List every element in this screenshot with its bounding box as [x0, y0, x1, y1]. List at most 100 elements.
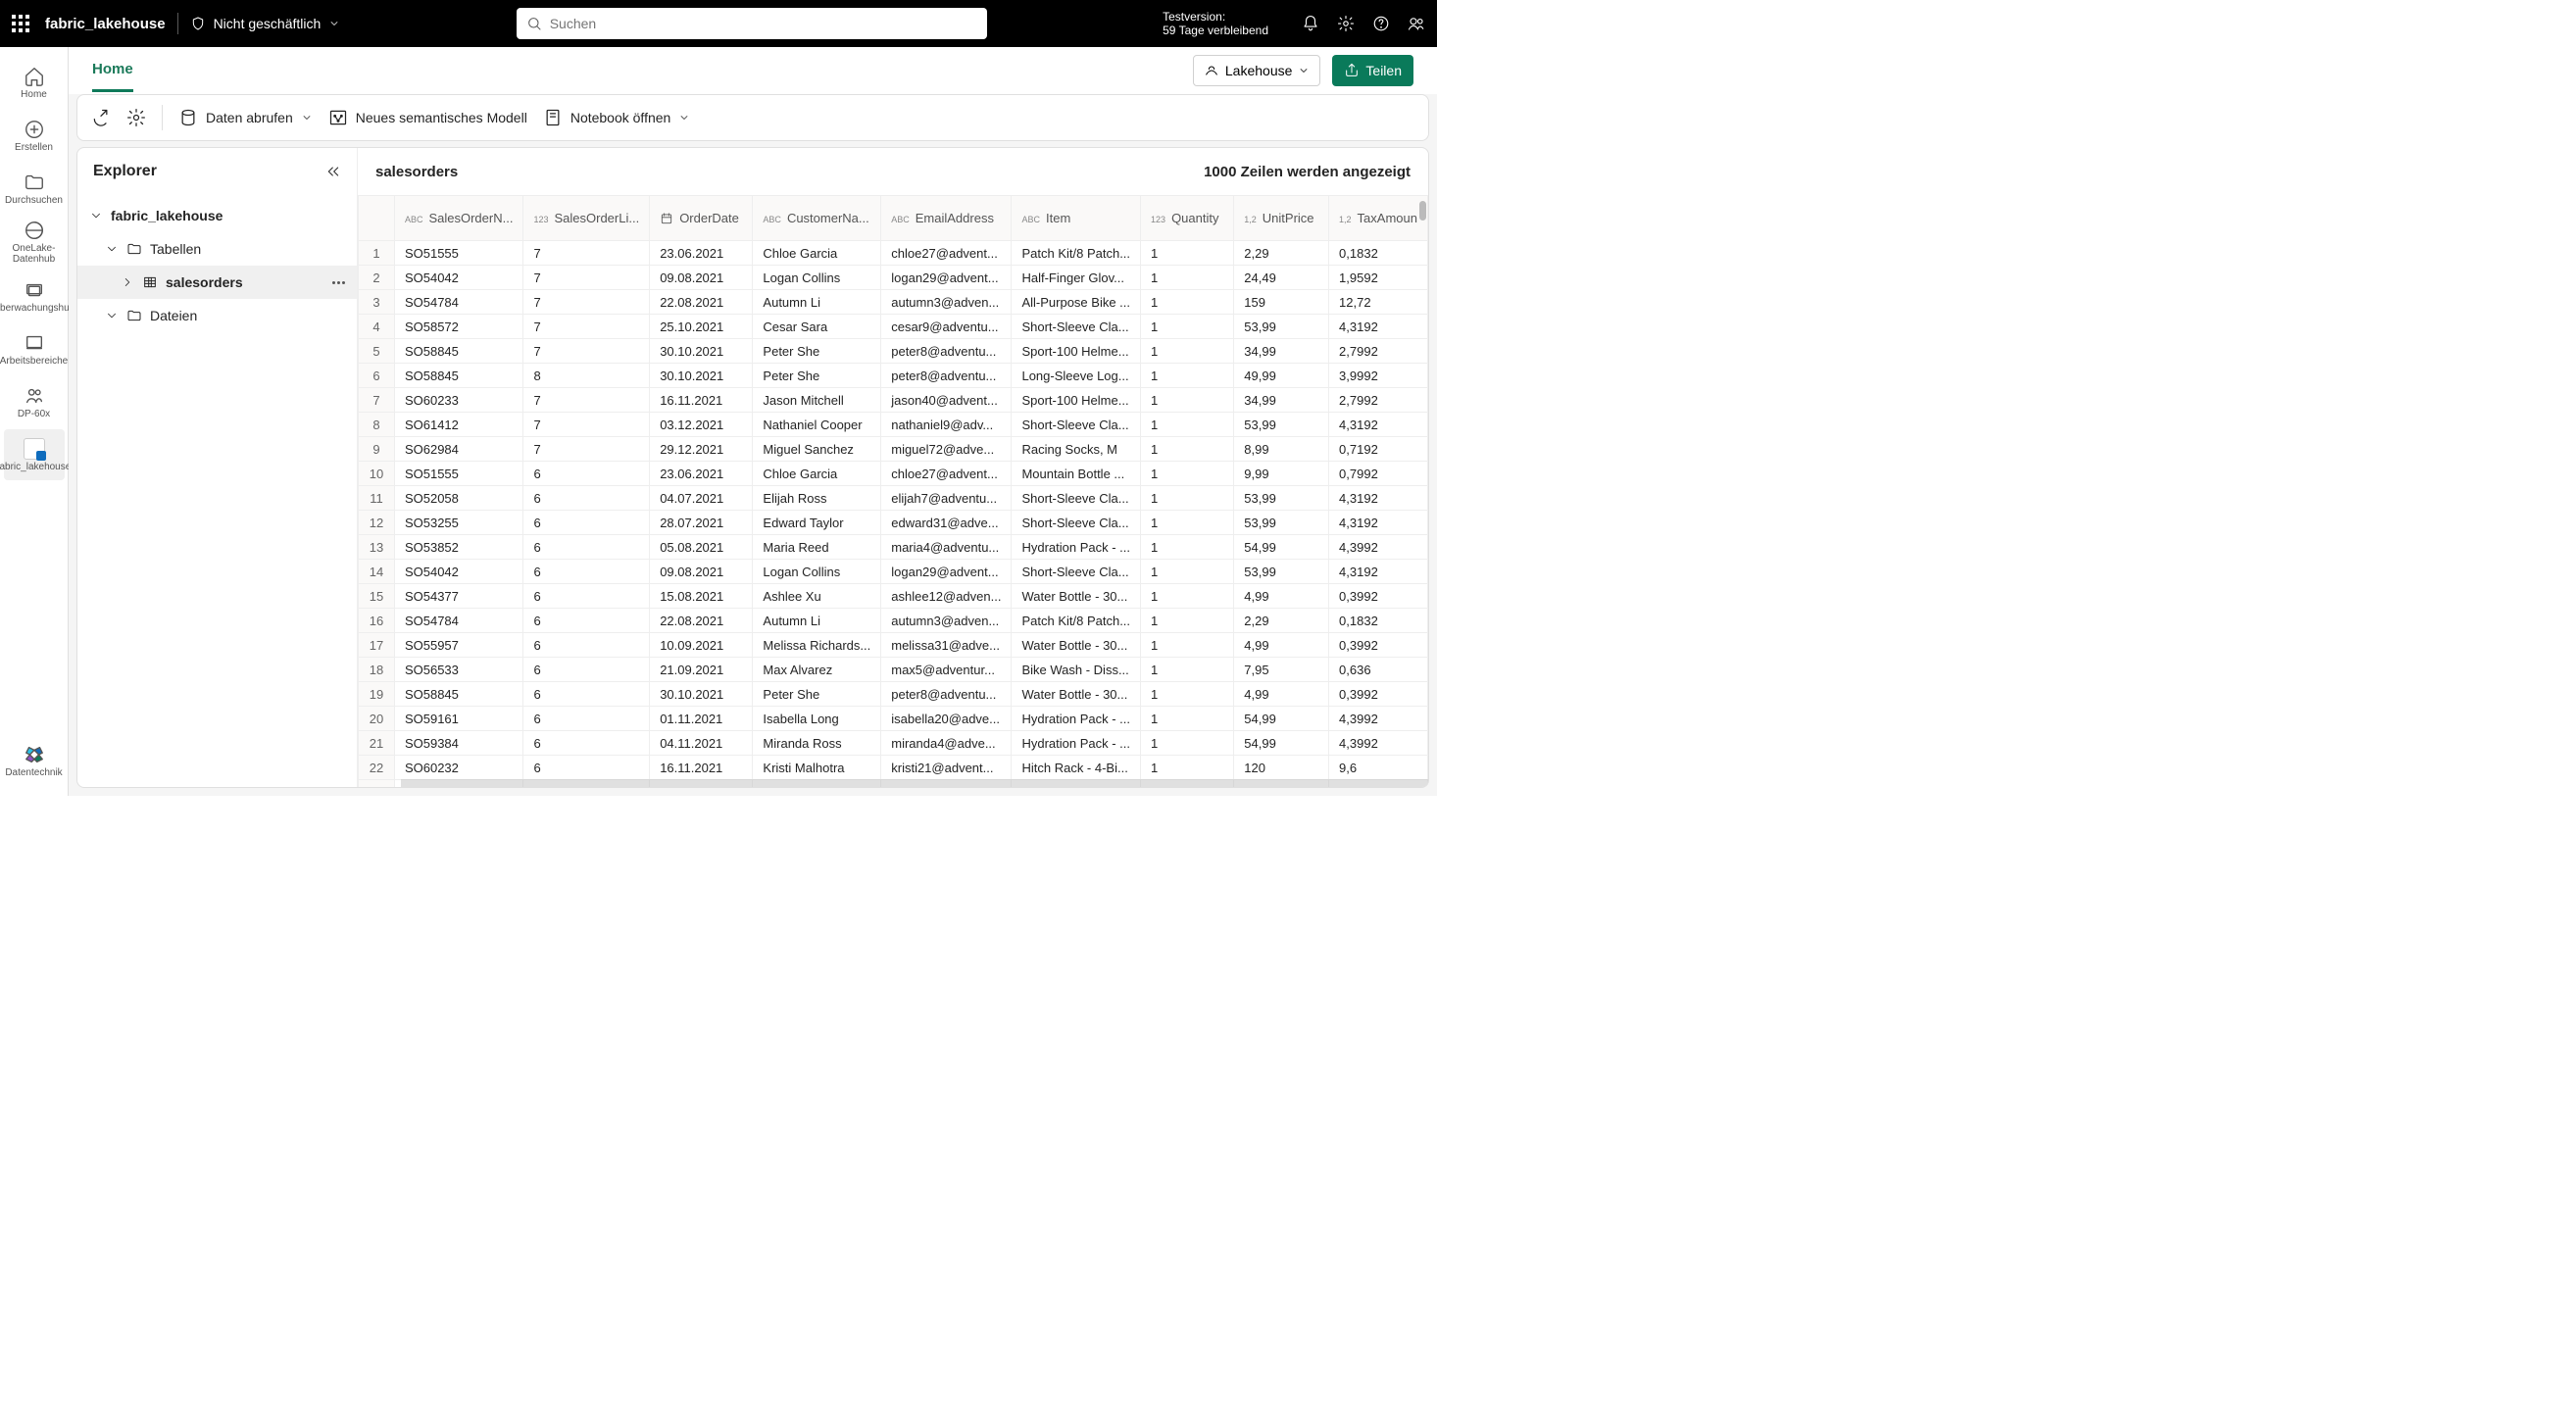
cell[interactable]: Melissa Richards... [753, 633, 881, 658]
cell[interactable]: 53,99 [1234, 413, 1329, 437]
cell[interactable]: peter8@adventu... [881, 339, 1012, 364]
cell[interactable]: 23.06.2021 [650, 241, 753, 266]
cell[interactable]: SO51555 [394, 241, 523, 266]
cell[interactable]: 6 [523, 609, 650, 633]
scrollbar-horizontal[interactable] [401, 779, 1428, 787]
cell[interactable]: 53,99 [1234, 315, 1329, 339]
table-row[interactable]: 8SO61412703.12.2021Nathaniel Coopernatha… [359, 413, 1428, 437]
cell[interactable]: Water Bottle - 30... [1012, 633, 1141, 658]
cell[interactable]: Miguel Sanchez [753, 437, 881, 462]
column-header[interactable]: 1,2UnitPrice [1234, 196, 1329, 241]
cell[interactable]: 4,3192 [1329, 413, 1428, 437]
settings-icon[interactable] [1337, 15, 1355, 32]
cell[interactable]: SO59384 [394, 731, 523, 756]
cell[interactable]: 3,9992 [1329, 364, 1428, 388]
lakehouse-mode-button[interactable]: Lakehouse [1193, 55, 1321, 86]
cell[interactable]: 6 [523, 511, 650, 535]
cell[interactable]: 22.08.2021 [650, 290, 753, 315]
cell[interactable]: 7 [523, 413, 650, 437]
open-notebook-button[interactable]: Notebook öffnen [543, 108, 691, 127]
cell[interactable]: 1 [1141, 584, 1234, 609]
cell[interactable]: 1 [1141, 609, 1234, 633]
cell[interactable]: SO58572 [394, 315, 523, 339]
cell[interactable]: 4,3992 [1329, 707, 1428, 731]
more-icon[interactable] [332, 281, 345, 284]
table-row[interactable]: 19SO58845630.10.2021Peter Shepeter8@adve… [359, 682, 1428, 707]
cell[interactable]: 1 [1141, 462, 1234, 486]
cell[interactable]: 10.09.2021 [650, 633, 753, 658]
cell[interactable]: Logan Collins [753, 266, 881, 290]
cell[interactable]: 4,3192 [1329, 315, 1428, 339]
cell[interactable]: autumn3@adven... [881, 609, 1012, 633]
cell[interactable]: Edward Taylor [753, 511, 881, 535]
table-row[interactable]: 1SO51555723.06.2021Chloe Garciachloe27@a… [359, 241, 1428, 266]
table-row[interactable]: 2SO54042709.08.2021Logan Collinslogan29@… [359, 266, 1428, 290]
cell[interactable]: Patch Kit/8 Patch... [1012, 241, 1141, 266]
table-row[interactable]: 16SO54784622.08.2021Autumn Liautumn3@adv… [359, 609, 1428, 633]
collapse-icon[interactable] [325, 164, 341, 179]
cell[interactable]: 23.06.2021 [650, 462, 753, 486]
table-row[interactable]: 21SO59384604.11.2021Miranda Rossmiranda4… [359, 731, 1428, 756]
cell[interactable]: 4,3192 [1329, 560, 1428, 584]
cell[interactable]: Long-Sleeve Log... [1012, 364, 1141, 388]
cell[interactable]: 6 [523, 535, 650, 560]
cell[interactable]: 0,3992 [1329, 584, 1428, 609]
cell[interactable]: SO54784 [394, 290, 523, 315]
cell[interactable]: Water Bottle - 30... [1012, 682, 1141, 707]
cell[interactable]: maria4@adventu... [881, 535, 1012, 560]
column-header[interactable]: 123Quantity [1141, 196, 1234, 241]
cell[interactable]: ashlee12@adven... [881, 584, 1012, 609]
cell[interactable]: 0,3992 [1329, 682, 1428, 707]
cell[interactable]: Ashlee Xu [753, 584, 881, 609]
cell[interactable]: 04.11.2021 [650, 731, 753, 756]
cell[interactable]: 6 [523, 682, 650, 707]
cell[interactable]: 30.10.2021 [650, 364, 753, 388]
table-row[interactable]: 12SO53255628.07.2021Edward Tayloredward3… [359, 511, 1428, 535]
cell[interactable]: edward31@adve... [881, 511, 1012, 535]
cell[interactable]: logan29@advent... [881, 266, 1012, 290]
cell[interactable]: 1 [1141, 560, 1234, 584]
cell[interactable]: 1 [1141, 707, 1234, 731]
cell[interactable]: SO53852 [394, 535, 523, 560]
cell[interactable]: melissa31@adve... [881, 633, 1012, 658]
cell[interactable]: Isabella Long [753, 707, 881, 731]
cell[interactable]: 12,72 [1329, 290, 1428, 315]
cell[interactable]: Peter She [753, 682, 881, 707]
cell[interactable]: 7 [523, 388, 650, 413]
cell[interactable]: 04.07.2021 [650, 486, 753, 511]
cell[interactable]: Hydration Pack - ... [1012, 731, 1141, 756]
cell[interactable]: chloe27@advent... [881, 462, 1012, 486]
cell[interactable]: All-Purpose Bike ... [1012, 290, 1141, 315]
rail-home[interactable]: Home [4, 57, 65, 108]
cell[interactable]: 6 [523, 707, 650, 731]
cell[interactable]: 4,3192 [1329, 511, 1428, 535]
table-row[interactable]: 18SO56533621.09.2021Max Alvarezmax5@adve… [359, 658, 1428, 682]
cell[interactable]: autumn3@adven... [881, 290, 1012, 315]
cell[interactable]: 0,7992 [1329, 462, 1428, 486]
table-scroll[interactable]: ABCSalesOrderN...123SalesOrderLi...Order… [358, 195, 1428, 787]
cell[interactable]: Water Bottle - 30... [1012, 584, 1141, 609]
cell[interactable]: 4,99 [1234, 633, 1329, 658]
cell[interactable]: Sport-100 Helme... [1012, 339, 1141, 364]
cell[interactable]: SO54042 [394, 266, 523, 290]
cell[interactable]: 34,99 [1234, 339, 1329, 364]
cell[interactable]: 1 [1141, 339, 1234, 364]
cell[interactable]: peter8@adventu... [881, 682, 1012, 707]
cell[interactable]: 1 [1141, 511, 1234, 535]
search-input[interactable] [550, 16, 977, 31]
cell[interactable]: logan29@advent... [881, 560, 1012, 584]
cell[interactable]: SO54042 [394, 560, 523, 584]
cell[interactable]: Chloe Garcia [753, 462, 881, 486]
cell[interactable]: Peter She [753, 339, 881, 364]
cell[interactable]: 6 [523, 560, 650, 584]
cell[interactable]: 01.11.2021 [650, 707, 753, 731]
cell[interactable]: 8 [523, 364, 650, 388]
column-header[interactable]: ABCSalesOrderN... [394, 196, 523, 241]
cell[interactable]: 6 [523, 486, 650, 511]
cell[interactable]: 7 [523, 315, 650, 339]
cell[interactable]: 1 [1141, 364, 1234, 388]
cell[interactable]: 6 [523, 462, 650, 486]
cell[interactable]: miranda4@adve... [881, 731, 1012, 756]
cell[interactable]: 159 [1234, 290, 1329, 315]
table-row[interactable]: 11SO52058604.07.2021Elijah Rosselijah7@a… [359, 486, 1428, 511]
